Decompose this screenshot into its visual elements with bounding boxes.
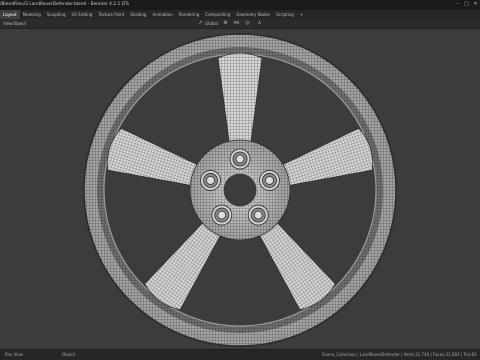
lug-nut	[200, 170, 221, 191]
tab-sculpting[interactable]: Sculpting	[44, 10, 69, 19]
add-workspace-button[interactable]: +	[297, 10, 306, 19]
tab-scripting[interactable]: Scripting	[273, 10, 297, 19]
minimize-icon[interactable]: –	[453, 0, 462, 9]
workspace-tabs-bar: Layout Modeling Sculpting UV Editing Texture…	[0, 10, 480, 28]
tab-compositing[interactable]: Compositing	[202, 10, 233, 19]
transform-orientation-dropdown[interactable]: Global	[205, 19, 218, 28]
title-bar: /BlendFiles/3 LandRoverDefender.blend - …	[0, 0, 480, 10]
wheel-mesh	[83, 33, 397, 347]
tab-layout[interactable]: Layout	[0, 10, 20, 19]
scene-statistics: Scene_Collection | LandRoverDefender | V…	[322, 352, 477, 357]
mouse-action-hint: Pan View	[5, 352, 23, 357]
tab-uv-editing[interactable]: UV Editing	[69, 10, 96, 19]
pivot-icon[interactable]: ⊕	[222, 20, 229, 27]
maximize-icon[interactable]: □	[462, 0, 471, 9]
tab-shading[interactable]: Shading	[127, 10, 149, 19]
snap-icon[interactable]: ⋈	[233, 20, 240, 27]
lug-nut	[229, 148, 251, 170]
tab-rendering[interactable]: Rendering	[176, 10, 202, 19]
lug-nut	[247, 204, 269, 226]
proportional-edit-icon[interactable]: ◎	[244, 20, 251, 27]
object-menu[interactable]: Object	[13, 19, 26, 28]
lug-nut	[211, 204, 233, 226]
proportional-falloff-icon[interactable]: ∧	[256, 20, 263, 27]
transform-orientation-icon[interactable]: ↗	[197, 20, 204, 27]
close-icon[interactable]: ✕	[471, 0, 480, 9]
3d-viewport[interactable]	[0, 29, 480, 349]
tab-texture-paint[interactable]: Texture Paint	[95, 10, 127, 19]
center-bore	[222, 172, 258, 208]
window-title: /BlendFiles/3 LandRoverDefender.blend - …	[0, 2, 129, 7]
lug-nut	[259, 170, 280, 191]
tab-modeling[interactable]: Modeling	[20, 10, 44, 19]
viewport-header: View Object ↗ Global ⊕ ⋈ ◎ ∧	[0, 19, 480, 29]
tab-animation[interactable]: Animation	[149, 10, 175, 19]
mode-hint: Object	[62, 352, 76, 357]
view-menu[interactable]: View	[3, 19, 13, 28]
workspace-tabs: Layout Modeling Sculpting UV Editing Texture…	[0, 10, 306, 19]
tab-geometry-nodes[interactable]: Geometry Nodes	[233, 10, 273, 19]
status-bar: Pan View Object Scene_Collection | LandR…	[0, 350, 480, 360]
